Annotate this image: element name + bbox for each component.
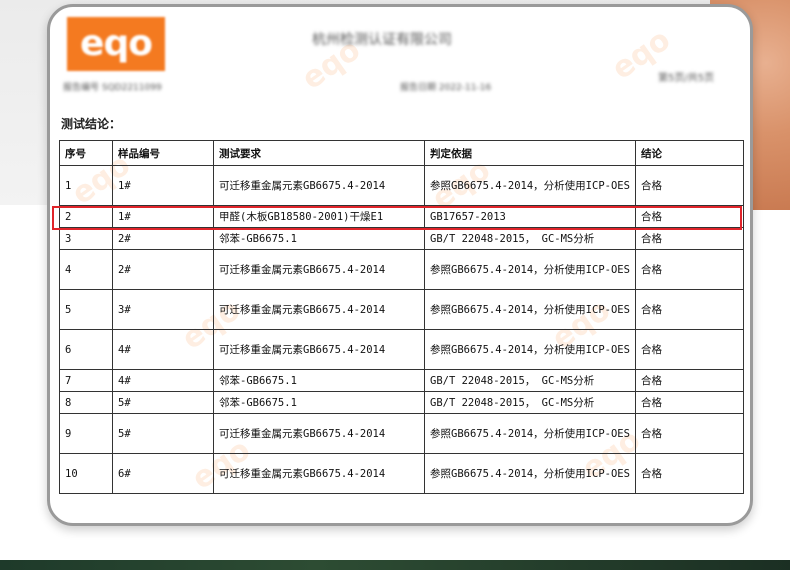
cell-requirement: 邻苯-GB6675.1	[213, 369, 425, 392]
cell-requirement: 甲醛(木板GB18580-2001)干燥E1	[213, 205, 425, 228]
table-header-row: 序号 样品编号 测试要求 判定依据 结论	[59, 140, 744, 166]
table-row: 4 2# 可迁移重金属元素GB6675.4-2014 参照GB6675.4-20…	[59, 249, 744, 290]
cell-index: 7	[59, 369, 113, 392]
report-number: 报告编号 SQD2211099	[63, 83, 162, 93]
cell-basis: GB/T 22048-2015， GC-MS分析	[424, 391, 636, 414]
cell-index: 6	[59, 329, 113, 370]
table-row: 7 4# 邻苯-GB6675.1 GB/T 22048-2015， GC-MS分…	[59, 369, 744, 392]
cell-requirement: 可迁移重金属元素GB6675.4-2014	[213, 453, 425, 494]
cell-index: 9	[59, 413, 113, 454]
cell-basis: 参照GB6675.4-2014，分析使用ICP-OES	[424, 249, 636, 290]
cell-conclusion: 合格	[635, 289, 744, 330]
cell-conclusion: 合格	[635, 165, 744, 206]
table-row-highlighted: 2 1# 甲醛(木板GB18580-2001)干燥E1 GB17657-2013…	[59, 205, 744, 228]
cell-requirement: 可迁移重金属元素GB6675.4-2014	[213, 329, 425, 370]
cell-sample-code: 2#	[112, 249, 214, 290]
cell-requirement: 邻苯-GB6675.1	[213, 391, 425, 414]
test-results-table: 序号 样品编号 测试要求 判定依据 结论 1 1# 可迁移重金属元素GB6675…	[59, 140, 744, 494]
header-index: 序号	[59, 140, 113, 166]
table-row: 1 1# 可迁移重金属元素GB6675.4-2014 参照GB6675.4-20…	[59, 165, 744, 206]
cell-requirement: 可迁移重金属元素GB6675.4-2014	[213, 249, 425, 290]
cell-sample-code: 5#	[112, 413, 214, 454]
cell-index: 5	[59, 289, 113, 330]
cell-conclusion: 合格	[635, 249, 744, 290]
cell-conclusion: 合格	[635, 329, 744, 370]
cell-sample-code: 5#	[112, 391, 214, 414]
cell-requirement: 可迁移重金属元素GB6675.4-2014	[213, 289, 425, 330]
table-row: 9 5# 可迁移重金属元素GB6675.4-2014 参照GB6675.4-20…	[59, 413, 744, 454]
cell-index: 10	[59, 453, 113, 494]
cell-basis: GB/T 22048-2015， GC-MS分析	[424, 227, 636, 250]
cell-conclusion: 合格	[635, 413, 744, 454]
cell-index: 3	[59, 227, 113, 250]
cell-conclusion: 合格	[635, 453, 744, 494]
cell-index: 1	[59, 165, 113, 206]
cell-sample-code: 6#	[112, 453, 214, 494]
report-date: 报告日期 2022-11-16	[400, 83, 492, 93]
cell-basis: GB/T 22048-2015， GC-MS分析	[424, 369, 636, 392]
table-row: 8 5# 邻苯-GB6675.1 GB/T 22048-2015， GC-MS分…	[59, 391, 744, 414]
cell-basis: 参照GB6675.4-2014，分析使用ICP-OES	[424, 453, 636, 494]
header-sample-code: 样品编号	[112, 140, 214, 166]
cell-sample-code: 1#	[112, 165, 214, 206]
cell-sample-code: 3#	[112, 289, 214, 330]
page-number: 第5页/共5页	[658, 73, 715, 84]
cell-basis: 参照GB6675.4-2014，分析使用ICP-OES	[424, 289, 636, 330]
company-name: 杭州检测认证有限公司	[312, 32, 452, 48]
cell-index: 4	[59, 249, 113, 290]
cell-index: 2	[59, 205, 113, 228]
company-logo: eqo	[67, 17, 165, 71]
table-row: 10 6# 可迁移重金属元素GB6675.4-2014 参照GB6675.4-2…	[59, 453, 744, 494]
cell-requirement: 可迁移重金属元素GB6675.4-2014	[213, 413, 425, 454]
cell-conclusion: 合格	[635, 227, 744, 250]
background-bottom-strip	[0, 560, 790, 570]
cell-sample-code: 4#	[112, 369, 214, 392]
section-title: 测试结论：	[61, 117, 122, 131]
cell-conclusion: 合格	[635, 391, 744, 414]
table-row: 3 2# 邻苯-GB6675.1 GB/T 22048-2015， GC-MS分…	[59, 227, 744, 250]
header-conclusion: 结论	[635, 140, 744, 166]
cell-requirement: 可迁移重金属元素GB6675.4-2014	[213, 165, 425, 206]
cell-index: 8	[59, 391, 113, 414]
table-row: 6 4# 可迁移重金属元素GB6675.4-2014 参照GB6675.4-20…	[59, 329, 744, 370]
header-requirement: 测试要求	[213, 140, 425, 166]
header-basis: 判定依据	[424, 140, 636, 166]
cell-basis: 参照GB6675.4-2014，分析使用ICP-OES	[424, 413, 636, 454]
cell-requirement: 邻苯-GB6675.1	[213, 227, 425, 250]
cell-conclusion: 合格	[635, 369, 744, 392]
cell-sample-code: 2#	[112, 227, 214, 250]
cell-sample-code: 1#	[112, 205, 214, 228]
cell-basis: GB17657-2013	[424, 205, 636, 228]
cell-basis: 参照GB6675.4-2014，分析使用ICP-OES	[424, 165, 636, 206]
table-row: 5 3# 可迁移重金属元素GB6675.4-2014 参照GB6675.4-20…	[59, 289, 744, 330]
cell-sample-code: 4#	[112, 329, 214, 370]
cell-conclusion: 合格	[635, 205, 744, 228]
cell-basis: 参照GB6675.4-2014，分析使用ICP-OES	[424, 329, 636, 370]
report-card: eqo 杭州检测认证有限公司 报告编号 SQD2211099 报告日期 2022…	[47, 4, 753, 526]
